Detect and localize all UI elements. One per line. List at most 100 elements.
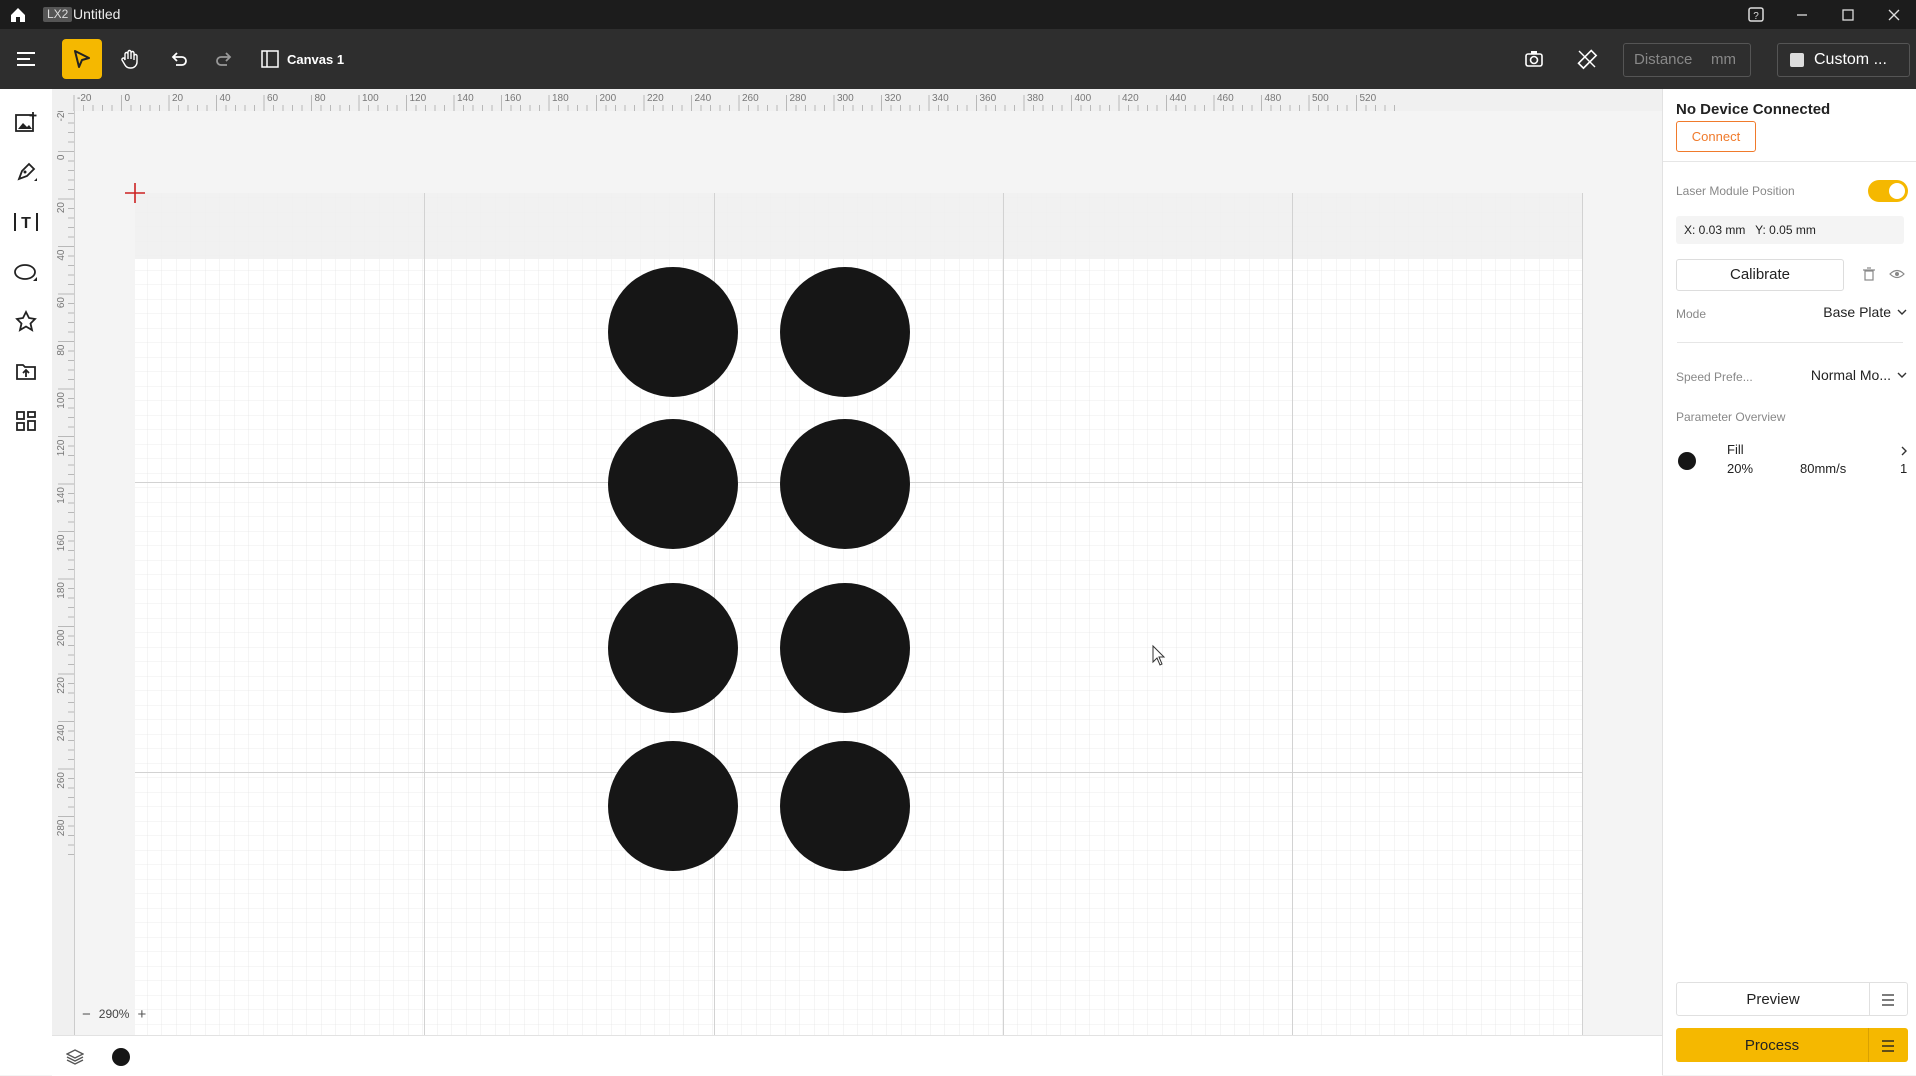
ruler-tick-label: 260 [56,772,67,789]
measure-button[interactable] [1569,41,1605,77]
device-model-badge: LX2 [43,7,73,22]
tab-canvas-1[interactable]: Canvas 1 [261,47,344,71]
camera-icon [1525,51,1543,67]
distance-input[interactable]: Distance mm [1623,43,1751,77]
import-tool-icon[interactable] [10,355,42,387]
preview-menu-icon[interactable] [1881,993,1895,1011]
apps-tool-icon[interactable] [10,405,42,437]
close-icon[interactable] [1883,4,1905,26]
hand-icon [121,49,138,69]
canvas-tab-label: Canvas 1 [287,51,345,67]
preview-button[interactable]: Preview [1676,982,1908,1016]
ruler-tick-label: 420 [1122,93,1139,104]
parameter-overview-label: Parameter Overview [1676,410,1786,424]
ruler-tick-label: 60 [267,93,279,104]
hand-tool-button[interactable] [112,41,148,77]
circle-shape[interactable] [608,419,738,549]
undo-button[interactable] [160,41,196,77]
ellipse-tool-icon[interactable] [10,256,42,288]
calibrate-button[interactable]: Calibrate [1676,259,1844,291]
ruler-tick-label: 160 [505,93,522,104]
ruler-tick-label: 400 [1075,93,1092,104]
bed-top-margin [135,193,1583,259]
ruler-tick-label: 320 [885,93,902,104]
help-icon[interactable]: ? [1745,4,1767,26]
ruler-icon [1577,49,1598,70]
main-toolbar: Canvas 1 Distance mm Custom ... [0,29,1916,89]
laser-module-toggle[interactable] [1868,180,1908,202]
vertical-ruler: -20 0 20 40 60 80 100 120 140 160 180 200 220 240 260 2… [52,107,75,1035]
ruler-tick-label: 460 [1217,93,1234,104]
circle-shape[interactable] [780,583,910,713]
layers-icon[interactable] [65,1048,85,1071]
process-menu-icon[interactable] [1881,1039,1895,1057]
svg-text:T: T [21,215,31,232]
redo-button[interactable] [207,41,243,77]
pen-tool-icon[interactable] [10,156,42,188]
ruler-tick-label: 520 [1360,93,1377,104]
text-tool-icon[interactable]: T [10,206,42,238]
ruler-tick-label: -20 [77,93,92,104]
ruler-tick-label: 220 [56,677,67,694]
device-status: No Device Connected [1676,101,1831,118]
material-swatch-icon [1790,53,1804,67]
param-speed: 80mm/s [1800,461,1847,476]
ruler-tick-label: 120 [410,93,427,104]
mode-select[interactable]: Base Plate [1823,304,1907,320]
process-button[interactable]: Process [1676,1028,1908,1062]
circle-shape[interactable] [608,741,738,871]
ruler-tick-label: 100 [362,93,379,104]
home-icon[interactable] [8,5,28,25]
ruler-tick-label: 340 [932,93,949,104]
circle-shape[interactable] [608,583,738,713]
eye-icon[interactable] [1889,267,1905,286]
left-tool-rail: T [0,89,53,1075]
ruler-tick-label: 380 [1027,93,1044,104]
ruler-tick-label: 100 [56,392,67,409]
trash-icon[interactable] [1861,266,1877,287]
param-type: Fill [1727,442,1744,457]
shapes-tool-icon[interactable] [10,305,42,337]
ruler-tick-label: 60 [56,297,67,309]
circle-shape[interactable] [780,419,910,549]
chevron-down-icon [1897,309,1907,315]
svg-text:?: ? [1753,11,1759,22]
parameter-row[interactable]: Fill 20% 80mm/s 1 [1663,437,1916,483]
pointer-icon [74,50,90,68]
speed-select[interactable]: Normal Mo... [1811,367,1907,383]
connect-button[interactable]: Connect [1676,121,1756,152]
circle-shape[interactable] [608,267,738,397]
canvas-drawing [125,183,1583,1035]
ruler-tick-label: 140 [457,93,474,104]
ruler-tick-label: 180 [56,582,67,599]
layer-color-swatch[interactable] [112,1048,130,1066]
device-panel: No Device Connected Connect Laser Module… [1662,89,1916,1075]
chevron-down-icon [1897,372,1907,378]
menu-icon[interactable] [8,41,44,77]
ruler-tick-label: -20 [56,111,67,121]
design-canvas[interactable] [75,111,1662,1035]
zoom-in-icon[interactable]: + [137,1006,146,1023]
maximize-icon[interactable] [1837,4,1859,26]
zoom-out-icon[interactable]: − [82,1006,91,1023]
minimize-icon[interactable] [1791,4,1813,26]
circle-shape[interactable] [780,267,910,397]
ruler-tick-label: 140 [56,487,67,504]
position-readout: X: 0.03 mm Y: 0.05 mm [1684,223,1816,237]
mode-label: Mode [1676,307,1707,321]
ruler-tick-label: 80 [315,93,327,104]
ruler-tick-label: 20 [56,202,67,214]
material-custom-button[interactable]: Custom ... [1777,43,1910,77]
image-tool-icon[interactable] [10,107,42,139]
horizontal-ruler: -20 0 20 40 60 80 100 120 140 160 180 200 220 240 260 2… [52,89,1662,112]
preview-label: Preview [1746,991,1800,1008]
ruler-tick-label: 260 [742,93,759,104]
circle-shape[interactable] [780,741,910,871]
process-label: Process [1744,1037,1800,1054]
redo-icon [216,52,232,66]
distance-placeholder: Distance [1634,51,1693,68]
distance-unit: mm [1711,51,1736,68]
camera-button[interactable] [1516,41,1552,77]
ruler-tick-label: 160 [56,534,67,551]
select-tool-button[interactable] [62,39,102,79]
